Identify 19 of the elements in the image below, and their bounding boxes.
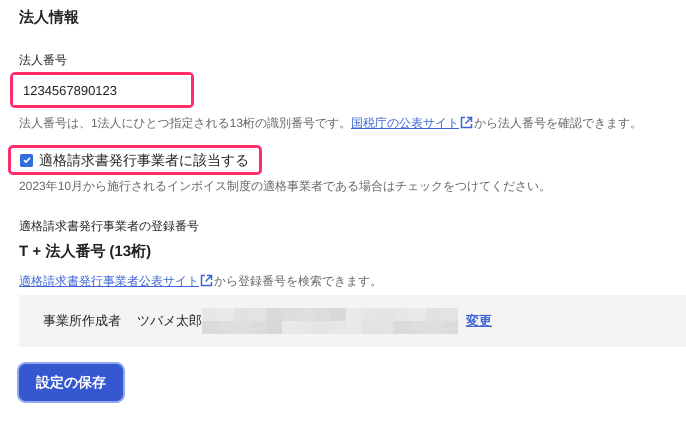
check-icon [22, 155, 32, 165]
field-label: 適格請求書発行事業者の登録番号 [19, 218, 200, 234]
change-link[interactable]: 変更 [466, 311, 492, 331]
save-button[interactable]: 設定の保存 [19, 364, 123, 401]
external-link-icon [200, 274, 213, 287]
help-text: 2023年10月から施行されるインボイス制度の適格事業者である場合はチェックをつけてください。 [19, 178, 552, 194]
external-link[interactable]: 適格請求書発行事業者公表サイト [19, 274, 199, 288]
field-label: 事業所作成者 [43, 312, 121, 330]
external-link-icon [460, 116, 474, 129]
external-link[interactable]: 国税庁の公表サイト [351, 116, 460, 130]
help-text: 適格請求書発行事業者公表サイト から登録番号を検索できます。 [19, 273, 383, 289]
field-label: 法人番号 [19, 52, 68, 68]
creator-name: ツバメ太郎 [137, 312, 202, 330]
checkbox[interactable] [20, 154, 33, 166]
help-text: 法人番号は、1法人にひとつ指定される13桁の識別番号です。国税庁の公表サイト から法人番号を確認できます。 [19, 115, 644, 131]
registration-number: T + 法人番号 (13桁) [19, 242, 152, 262]
checkbox-label: 適格請求書発行事業者に該当する [39, 150, 249, 170]
section-title: 法人情報 [19, 8, 80, 28]
input-field[interactable]: 1234567890123 [13, 75, 191, 105]
